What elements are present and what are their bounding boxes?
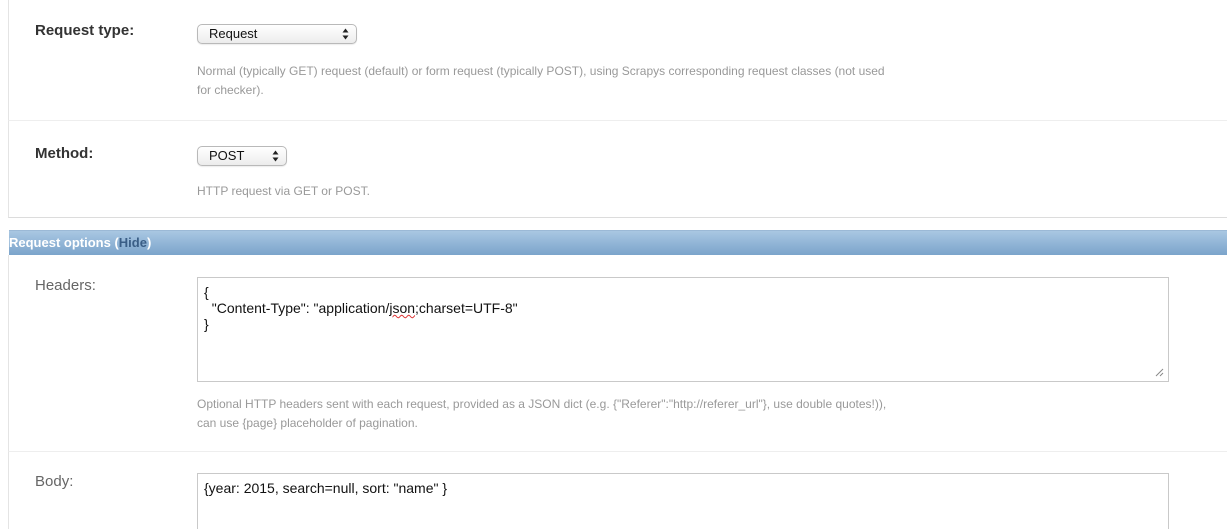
headers-help: Optional HTTP headers sent with each req…: [197, 397, 887, 411]
request-type-label: Request type:: [35, 22, 135, 39]
headers-line2-misspelled: json: [389, 300, 416, 316]
method-selected: POST: [209, 148, 245, 163]
headers-line2-suffix: ;charset=UTF-8": [415, 300, 518, 316]
body-label: Body:: [35, 473, 74, 490]
request-options-title: Request options (: [9, 235, 119, 250]
request-options-title-close: ): [146, 235, 152, 250]
request-options-header: Request options (Hide): [9, 230, 1227, 255]
updown-arrows-icon: [342, 28, 349, 40]
request-type-row: Request type: Request Normal (typically …: [8, 0, 1227, 121]
headers-line3: }: [204, 316, 209, 332]
headers-row: Headers: { "Content-Type": "application/…: [8, 255, 1227, 452]
request-type-help: Normal (typically GET) request (default)…: [197, 64, 885, 78]
method-help: HTTP request via GET or POST.: [197, 184, 370, 198]
updown-arrows-icon: [272, 150, 279, 162]
body-value: {year: 2015, search=null, sort: "name" }: [204, 480, 448, 496]
request-type-help-line2: for checker).: [197, 83, 264, 97]
method-label: Method:: [35, 145, 94, 162]
headers-label: Headers:: [35, 277, 96, 294]
headers-line1: {: [204, 284, 209, 300]
request-type-select[interactable]: Request: [197, 24, 357, 44]
headers-line2-prefix: "Content-Type": "application/: [204, 300, 390, 316]
headers-textarea[interactable]: { "Content-Type": "application/json;char…: [197, 277, 1169, 382]
hide-link[interactable]: Hide: [119, 235, 147, 250]
headers-help-line2: can use {page} placeholder of pagination…: [197, 416, 418, 430]
body-row: Body: {year: 2015, search=null, sort: "n…: [8, 452, 1227, 529]
method-row: Method: POST HTTP request via GET or POS…: [8, 121, 1227, 218]
body-textarea[interactable]: {year: 2015, search=null, sort: "name" }: [197, 473, 1169, 529]
admin-form: Request type: Request Normal (typically …: [0, 0, 1227, 529]
request-type-selected: Request: [209, 26, 258, 41]
resize-grip-icon[interactable]: [1155, 368, 1164, 377]
method-select[interactable]: POST: [197, 146, 287, 166]
